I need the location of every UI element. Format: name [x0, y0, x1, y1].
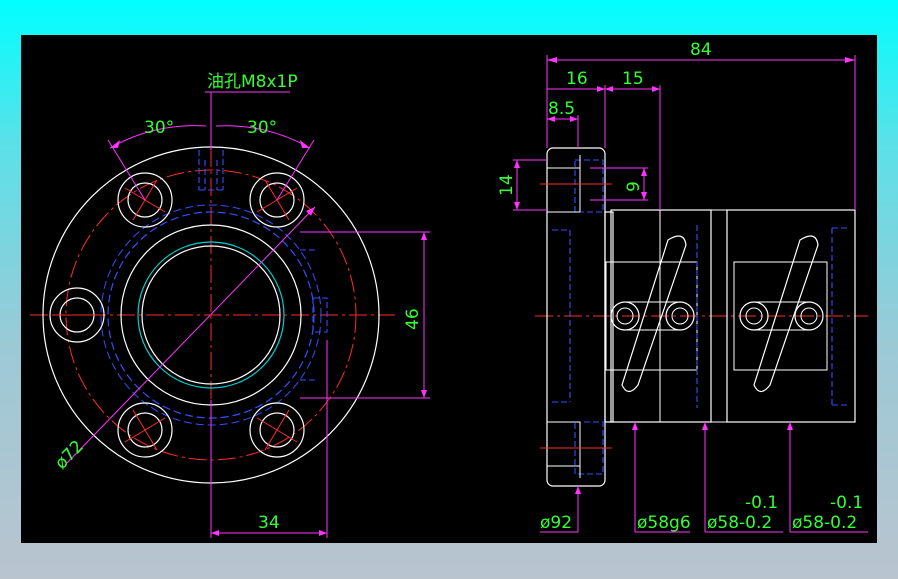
dim-9-label: 9 — [624, 181, 644, 192]
dim-14-label: 14 — [497, 174, 517, 196]
dim-dia58-2-tol: -0.1 — [830, 493, 863, 513]
dim-8-5-label: 8.5 — [548, 99, 575, 119]
dim-dia58-1-label: ø58-0.2 — [707, 513, 772, 533]
dim-dia58-1-tol: -0.1 — [745, 493, 778, 513]
dim-46-label: 46 — [403, 308, 423, 330]
dim-dia92-label: ø92 — [540, 513, 572, 533]
dim-34-label: 34 — [258, 513, 280, 533]
oil-hole-label: 油孔M8x1P — [207, 72, 298, 92]
drawing-background — [21, 35, 877, 543]
cad-drawing-canvas: 油孔M8x1P 30° 30° ø72 46 34 84 16 15 8.5 1… — [21, 35, 877, 543]
angle-label-left: 30° — [144, 118, 174, 138]
dim-16-label: 16 — [566, 69, 588, 89]
dim-dia58g6-label: ø58g6 — [637, 513, 691, 533]
dim-15-label: 15 — [622, 69, 644, 89]
angle-label-right: 30° — [247, 118, 277, 138]
dim-84-label: 84 — [690, 40, 712, 60]
dim-dia58-2-label: ø58-0.2 — [792, 513, 857, 533]
